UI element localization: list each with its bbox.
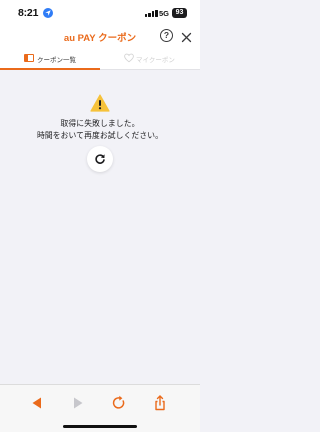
cellular-signal-icon: [145, 9, 158, 17]
tab-coupon-list-label: クーポン一覧: [37, 56, 76, 64]
status-bar: 8:21 5G 93: [0, 0, 200, 26]
reload-icon: [112, 395, 125, 409]
warning-icon: [90, 94, 110, 112]
tab-my-coupon-label: マイクーポン: [136, 56, 175, 64]
retry-button[interactable]: [87, 146, 113, 172]
tab-my-coupon[interactable]: マイクーポン: [100, 48, 200, 70]
error-message-line2: 時間をおいて再度お試しください。: [36, 131, 164, 140]
network-label: 5G: [159, 9, 170, 18]
close-icon: [181, 32, 192, 43]
close-button[interactable]: [180, 29, 193, 43]
battery-level: 93: [172, 7, 187, 18]
forward-button[interactable]: [69, 394, 87, 412]
location-arrow-icon: [43, 8, 53, 18]
share-button[interactable]: [151, 394, 169, 412]
help-button[interactable]: ?: [160, 29, 173, 42]
back-arrow-icon: [32, 397, 41, 409]
home-indicator: [63, 425, 137, 428]
heart-icon: [124, 53, 134, 63]
error-message-line1: 取得に失敗しました。: [60, 119, 140, 128]
tab-bar: クーポン一覧 マイクーポン: [0, 48, 200, 70]
status-time: 8:21: [18, 7, 39, 19]
share-icon: [155, 395, 165, 411]
coupon-list-icon: [24, 54, 34, 62]
forward-arrow-icon: [74, 397, 83, 409]
reload-icon: [95, 154, 105, 164]
tab-coupon-list[interactable]: クーポン一覧: [0, 48, 100, 70]
back-button[interactable]: [28, 394, 46, 412]
app-header: au PAY クーポン ?: [0, 26, 200, 48]
reload-page-button[interactable]: [110, 394, 128, 412]
